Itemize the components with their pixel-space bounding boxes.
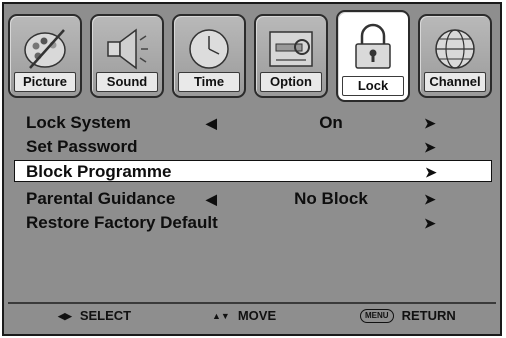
- right-arrow-icon[interactable]: ➤: [425, 161, 437, 183]
- hint-return: MENU RETURN: [360, 304, 456, 328]
- tab-channel[interactable]: Channel: [418, 14, 492, 98]
- tab-label: Option: [260, 72, 322, 92]
- right-arrow-icon[interactable]: ➤: [424, 112, 436, 134]
- globe-icon: [435, 29, 475, 69]
- left-right-keys-icon: ◀▶: [58, 311, 72, 321]
- hint-select-label: SELECT: [79, 308, 132, 323]
- osd-menu-panel: Picture Sound Time Option Lock Channel L…: [2, 2, 502, 336]
- tab-label: Channel: [424, 72, 486, 92]
- menu-row-label: Block Programme: [26, 162, 172, 181]
- menu-row-restore-factory-default[interactable]: Restore Factory Default ➤: [10, 212, 494, 234]
- menu-row-value: No Block: [294, 189, 368, 208]
- menu-row-label: Set Password: [26, 137, 138, 156]
- tab-sound[interactable]: Sound: [90, 14, 164, 98]
- menu-row-block-programme[interactable]: Block Programme ➤: [14, 160, 492, 182]
- menu-row-value: On: [319, 113, 343, 132]
- wrench-icon: [269, 31, 313, 67]
- up-down-keys-icon: ▲▼: [212, 311, 230, 321]
- menu-row-set-password[interactable]: Set Password ➤: [10, 136, 494, 158]
- hint-move: ▲▼ MOVE: [212, 304, 276, 328]
- left-arrow-icon[interactable]: ◀: [206, 112, 217, 134]
- tab-label: Picture: [14, 72, 76, 92]
- menu-row-lock-system[interactable]: Lock System ◀ On ➤: [10, 112, 494, 134]
- menu-row-label: Lock System: [26, 113, 131, 132]
- menu-key-icon: MENU: [360, 309, 394, 323]
- key-hint-bar: ◀▶ SELECT ▲▼ MOVE MENU RETURN: [8, 302, 496, 330]
- hint-move-label: MOVE: [237, 308, 277, 323]
- menu-row-parental-guidance[interactable]: Parental Guidance ◀ No Block ➤: [10, 188, 494, 210]
- tab-time[interactable]: Time: [172, 14, 246, 98]
- hint-return-label: RETURN: [401, 308, 456, 323]
- right-arrow-icon[interactable]: ➤: [424, 136, 436, 158]
- tab-label: Time: [178, 72, 240, 92]
- hint-select: ◀▶ SELECT: [58, 304, 131, 328]
- right-arrow-icon[interactable]: ➤: [424, 212, 436, 234]
- picture-icon: [24, 29, 66, 69]
- tab-label: Sound: [96, 72, 158, 92]
- menu-row-label: Parental Guidance: [26, 189, 176, 208]
- padlock-icon: [355, 23, 391, 69]
- tab-label: Lock: [342, 76, 404, 96]
- right-arrow-icon[interactable]: ➤: [424, 188, 436, 210]
- menu-tab-bar: Picture Sound Time Option Lock Channel: [8, 8, 496, 104]
- tab-picture[interactable]: Picture: [8, 14, 82, 98]
- menu-row-label: Restore Factory Default: [26, 213, 218, 232]
- speaker-icon: [107, 28, 148, 70]
- tab-option[interactable]: Option: [254, 14, 328, 98]
- left-arrow-icon[interactable]: ◀: [206, 188, 217, 210]
- tab-lock[interactable]: Lock: [336, 10, 410, 102]
- clock-icon: [189, 29, 229, 69]
